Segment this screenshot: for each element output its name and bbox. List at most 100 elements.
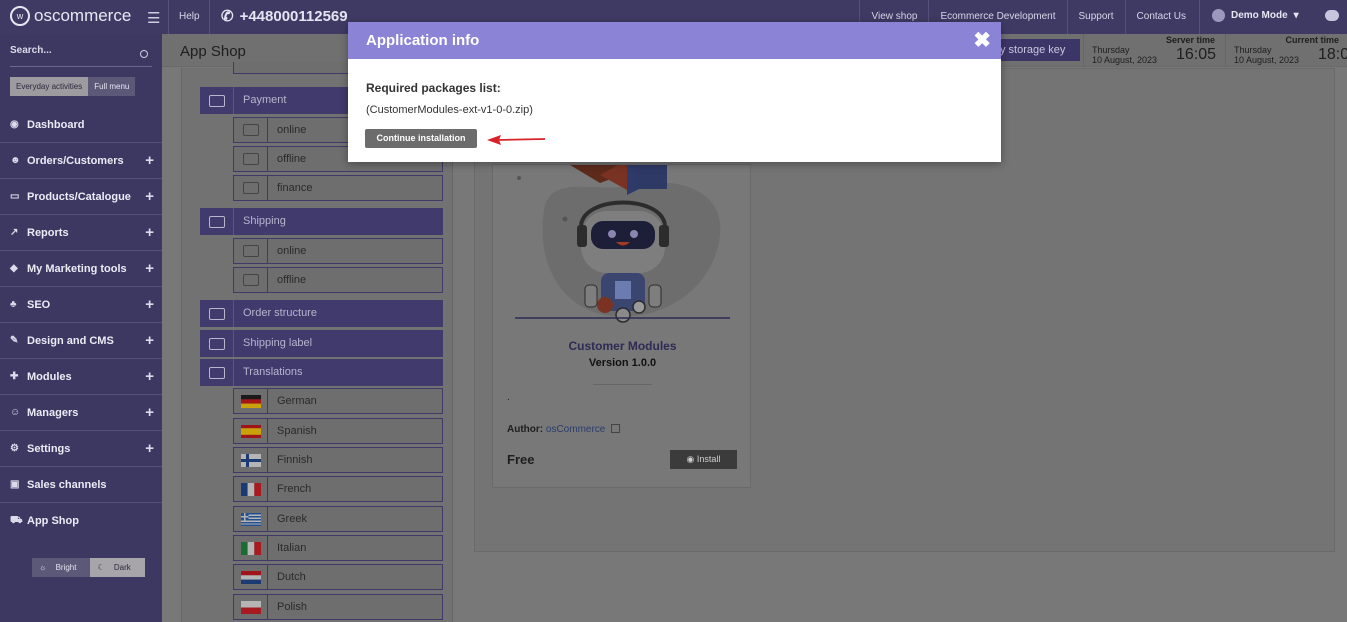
sidebar-item-design-and-cms[interactable]: ✎ Design and CMS + [0,323,162,359]
modal-title: Application info [366,32,480,49]
sidebar-item-dashboard[interactable]: ◉ Dashboard [0,107,162,143]
sidebar-nav: ◉ Dashboard ☻ Orders/Customers + ▭ Products/… [0,107,162,539]
server-time-label: Server time [1165,35,1215,45]
continue-installation-button[interactable]: Continue installation [365,129,477,148]
expand-icon[interactable]: + [145,368,154,385]
phone-number[interactable]: ✆ +448000112569 [221,7,348,26]
language-dutch[interactable]: Dutch [233,564,443,590]
translate-icon [200,359,234,386]
user-icon: ☺ [10,407,21,418]
category-translations[interactable]: Translations [200,359,443,386]
logo-icon: w [10,6,30,26]
search-input[interactable]: Search... [10,45,152,67]
language-italian[interactable]: Italian [233,535,443,561]
help-link[interactable]: Help [179,11,200,22]
bright-theme-button[interactable]: ☼ Bright [32,558,91,577]
app-description: . [507,392,510,403]
payment-finance[interactable]: finance [233,175,443,201]
sidebar-item-label: Products/Catalogue [27,190,131,203]
credit-card-icon [234,118,268,142]
sidebar-item-app-shop[interactable]: ⛟ App Shop [0,503,162,539]
greek-flag-icon [234,507,268,531]
phone-text: +448000112569 [239,7,348,25]
sidebar: Search... Everyday activities Full menu … [0,34,162,622]
category-shipping-label[interactable]: Shipping label [200,330,443,357]
language-polish[interactable]: Polish [233,594,443,620]
chevron-down-icon: ▾ [1293,10,1299,21]
category-shipping[interactable]: Shipping [200,208,443,235]
expand-icon[interactable]: + [145,152,154,169]
spanish-flag-icon [234,419,268,443]
contact-us-link[interactable]: Contact Us [1124,0,1197,34]
shipping-offline[interactable]: offline [233,267,443,293]
cash-icon [234,147,268,171]
language-greek[interactable]: Greek [233,506,443,532]
language-french[interactable]: French [233,476,443,502]
sidebar-item-products-catalogue[interactable]: ▭ Products/Catalogue + [0,179,162,215]
category-label: Shipping [243,215,286,227]
sidebar-item-sales-channels[interactable]: ▣ Sales channels [0,467,162,503]
search-placeholder: Search... [10,45,52,56]
app-price: Free [507,452,535,467]
sidebar-item-my-marketing-tools[interactable]: ◆ My Marketing tools + [0,251,162,287]
sidebar-item-orders-customers[interactable]: ☻ Orders/Customers + [0,143,162,179]
expand-icon[interactable]: + [145,296,154,313]
cart-icon: ⛟ [10,514,23,526]
expand-icon[interactable]: + [145,188,154,205]
everyday-activities-tab[interactable]: Everyday activities [10,77,89,96]
menu-mode-toggle: Everyday activities Full menu [10,77,136,96]
theme-toggle: ☼ Bright ☾ Dark [32,558,145,577]
app-name[interactable]: Customer Modules [493,339,752,353]
expand-icon[interactable]: + [145,404,154,421]
full-menu-tab[interactable]: Full menu [88,77,136,96]
truck-icon [200,208,234,235]
author-link[interactable]: osCommerce [546,424,605,435]
expand-icon[interactable]: + [145,332,154,349]
language-german[interactable]: German [233,388,443,414]
robot-illustration [515,165,730,323]
sidebar-item-managers[interactable]: ☺ Managers + [0,395,162,431]
user-name: Demo Mode [1231,10,1288,21]
expand-icon[interactable]: + [145,224,154,241]
sub-label: Finnish [277,454,313,466]
sub-label: Polish [277,601,307,613]
category-order-structure[interactable]: Order structure [200,300,443,327]
folder-icon: ▭ [10,191,20,202]
search-icon[interactable] [140,50,148,58]
sidebar-item-label: My Marketing tools [27,262,127,275]
sitemap-icon: ♣ [10,299,17,310]
dark-theme-button[interactable]: ☾ Dark [90,558,145,577]
chat-icon[interactable] [1325,10,1339,21]
divider [168,0,169,34]
sidebar-item-seo[interactable]: ♣ SEO + [0,287,162,323]
server-time-date: Thursday 10 August, 2023 [1092,45,1157,65]
sidebar-item-label: App Shop [27,515,79,527]
install-label: Install [696,454,721,464]
oscommerce-logo[interactable]: w oscommerce [10,6,131,26]
divider [593,384,652,385]
sub-label: Italian [277,542,307,554]
user-menu[interactable]: Demo Mode ▾ [1212,9,1299,22]
sidebar-item-label: Dashboard [27,118,85,131]
shipping-online[interactable]: online [233,238,443,264]
close-icon[interactable]: ✖ [973,28,991,53]
sidebar-item-reports[interactable]: ↗ Reports + [0,215,162,251]
install-button[interactable]: ◉ Install [670,450,737,469]
sidebar-item-settings[interactable]: ⚙ Settings + [0,431,162,467]
current-time-date: Thursday 10 August, 2023 [1234,45,1299,65]
language-spanish[interactable]: Spanish [233,418,443,444]
current-time-value: 18:0 [1318,46,1347,63]
expand-icon[interactable]: + [145,440,154,457]
required-packages-label: Required packages list: [366,81,501,95]
support-link[interactable]: Support [1066,0,1125,34]
expand-icon[interactable]: + [145,260,154,277]
sidebar-item-modules[interactable]: ✚ Modules + [0,359,162,395]
sidebar-item-label: Sales channels [27,478,107,491]
language-finnish[interactable]: Finnish [233,447,443,473]
hamburger-menu-icon[interactable]: ☰ [147,9,160,27]
sub-label: Greek [277,513,307,525]
storage-key-button[interactable]: y storage key [994,39,1080,61]
eye-icon: ◉ [686,454,695,464]
monitor-icon: ▣ [10,479,20,490]
sub-label: online [277,245,307,257]
